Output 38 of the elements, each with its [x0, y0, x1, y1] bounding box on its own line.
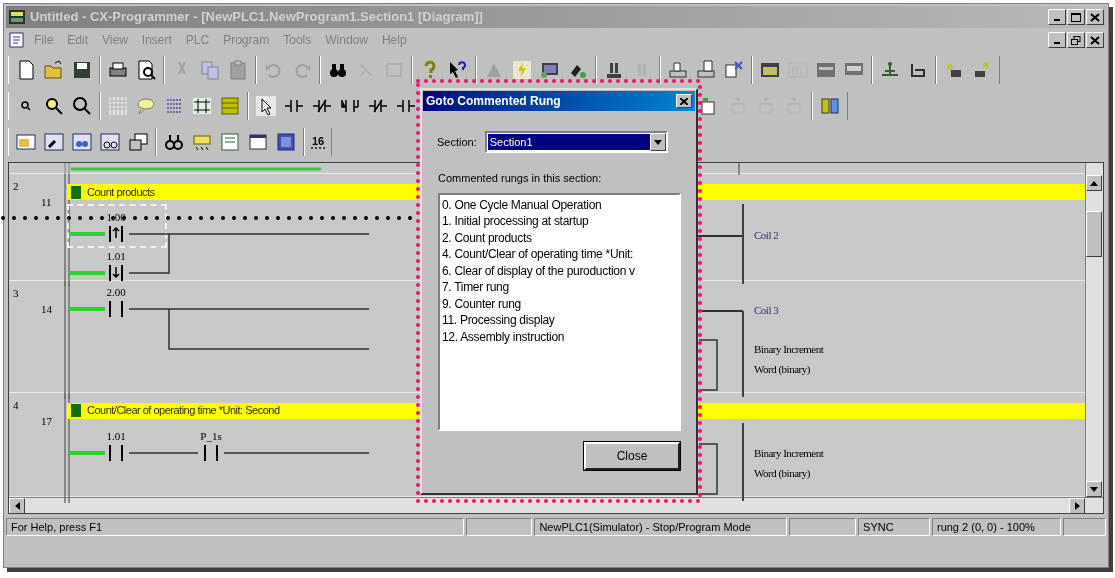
list-item[interactable]: 9. Counter rung — [440, 295, 679, 312]
list-item[interactable]: 4. Count/Clear of operating time *Unit: — [440, 246, 679, 263]
rung-number: 3 — [13, 285, 19, 301]
list-item[interactable]: 1. Initial processing at startup — [440, 213, 679, 230]
contact-address: 1.01 — [105, 249, 127, 265]
contact-address: P_1s — [199, 428, 223, 444]
rung-comment: Count products — [87, 185, 155, 201]
dropdown-value: Section1 — [487, 134, 650, 150]
instruction-comment: Word (binary) — [754, 361, 810, 377]
contact-address: 1.01 — [105, 428, 127, 444]
instruction-comment: Binary Increment — [754, 341, 824, 357]
step-number: 17 — [41, 413, 52, 429]
status-text: For Help, press F1 — [6, 518, 464, 536]
step-number: 11 — [41, 195, 52, 211]
instruction-comment: Word (binary) — [754, 465, 810, 481]
list-item[interactable]: 11. Processing display — [440, 312, 679, 329]
window-title: Untitled - CX-Programmer - [NewPLC1.NewProgram1.Section1 [Diagram]] — [30, 8, 484, 27]
close-button[interactable]: Close — [584, 441, 680, 470]
status-text: SYNC — [858, 518, 930, 536]
list-label: Commented rungs in this section: — [438, 171, 603, 186]
section-label: Section: — [437, 134, 477, 150]
list-item[interactable]: 0. One Cycle Manual Operation — [440, 196, 679, 213]
status-text: NewPLC1(Simulator) - Stop/Program Mode — [534, 518, 788, 536]
list-item[interactable]: 6. Clear of display of the puroduction v — [440, 262, 679, 279]
list-item[interactable]: 7. Timer rung — [440, 279, 679, 296]
coil-comment: Coil 3 — [754, 302, 779, 318]
status-text: rung 2 (0, 0) - 100% — [931, 518, 1062, 536]
section-dropdown[interactable]: Section1 — [484, 131, 668, 153]
rung-number: 4 — [13, 397, 19, 413]
list-item[interactable]: 2. Count products — [440, 229, 679, 246]
contact-address: 2.00 — [105, 284, 127, 300]
rung-number: 2 — [13, 179, 19, 195]
dialog-title: Goto Commented Rung — [426, 93, 562, 110]
rung-comment: Count/Clear of operating time *Unit: Second — [87, 403, 280, 419]
step-number: 14 — [41, 301, 52, 317]
list-item[interactable]: 12. Assembly instruction — [440, 328, 679, 345]
coil-comment: Coil 2 — [754, 228, 779, 244]
instruction-comment: Binary Increment — [754, 445, 824, 461]
